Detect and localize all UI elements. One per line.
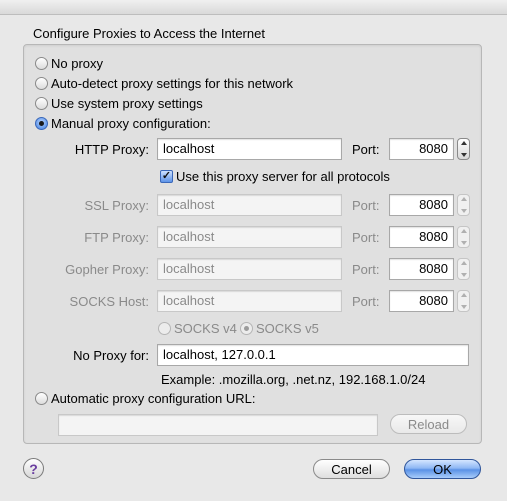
radio-button-selected-icon[interactable]: [35, 117, 48, 130]
http-proxy-host-input[interactable]: localhost: [157, 138, 342, 160]
auto-config-url-input[interactable]: [58, 414, 378, 436]
no-proxy-for-label: No Proxy for:: [73, 348, 149, 363]
radio-auto-detect[interactable]: Auto-detect proxy settings for this netw…: [35, 76, 293, 91]
cancel-button[interactable]: Cancel: [313, 459, 390, 479]
use-for-all-protocols-checkbox[interactable]: ✓ Use this proxy server for all protocol…: [160, 169, 390, 184]
stepper-up-icon[interactable]: [460, 293, 467, 297]
radio-button-icon[interactable]: [35, 77, 48, 90]
gopher-port-input[interactable]: 8080: [389, 258, 454, 280]
socks-host-input[interactable]: localhost: [157, 290, 342, 312]
gopher-proxy-host-input[interactable]: localhost: [157, 258, 342, 280]
no-proxy-example: Example: .mozilla.org, .net.nz, 192.168.…: [161, 372, 426, 387]
socks-v4-label: SOCKS v4: [174, 321, 237, 336]
ftp-proxy-host-input[interactable]: localhost: [157, 226, 342, 248]
ssl-proxy-label: SSL Proxy:: [84, 198, 149, 213]
gopher-proxy-label: Gopher Proxy:: [65, 262, 149, 277]
http-port-label: Port:: [352, 142, 380, 157]
radio-system-proxy[interactable]: Use system proxy settings: [35, 96, 203, 111]
ftp-port-label: Port:: [352, 230, 380, 245]
checkmark-icon[interactable]: ✓: [160, 170, 173, 183]
socks-v5-label: SOCKS v5: [256, 321, 319, 336]
ftp-port-stepper[interactable]: [457, 226, 470, 248]
radio-manual-proxy-label: Manual proxy configuration:: [51, 116, 211, 131]
radio-button-icon[interactable]: [35, 97, 48, 110]
ftp-proxy-label: FTP Proxy:: [84, 230, 149, 245]
radio-socks-v4[interactable]: SOCKS v4: [158, 321, 237, 336]
radio-button-icon[interactable]: [35, 392, 48, 405]
gopher-port-stepper[interactable]: [457, 258, 470, 280]
ssl-port-stepper[interactable]: [457, 194, 470, 216]
use-for-all-protocols-label: Use this proxy server for all protocols: [176, 169, 390, 184]
reload-button[interactable]: Reload: [390, 414, 467, 434]
radio-button-icon[interactable]: [35, 57, 48, 70]
stepper-down-icon[interactable]: [460, 273, 467, 277]
stepper-down-icon[interactable]: [460, 153, 467, 157]
radio-auto-config-url[interactable]: Automatic proxy configuration URL:: [35, 391, 255, 406]
no-proxy-for-input[interactable]: localhost, 127.0.0.1: [157, 344, 469, 366]
radio-system-proxy-label: Use system proxy settings: [51, 96, 203, 111]
radio-socks-v5[interactable]: SOCKS v5: [240, 321, 319, 336]
radio-auto-detect-label: Auto-detect proxy settings for this netw…: [51, 76, 294, 91]
dialog-heading: Configure Proxies to Access the Internet: [33, 26, 265, 41]
socks-port-input[interactable]: 8080: [389, 290, 454, 312]
stepper-up-icon[interactable]: [460, 229, 467, 233]
stepper-down-icon[interactable]: [460, 241, 467, 245]
socks-host-label: SOCKS Host:: [69, 294, 149, 309]
ok-button[interactable]: OK: [404, 459, 481, 479]
stepper-down-icon[interactable]: [460, 209, 467, 213]
ssl-port-input[interactable]: 8080: [389, 194, 454, 216]
socks-port-stepper[interactable]: [457, 290, 470, 312]
stepper-up-icon[interactable]: [460, 141, 467, 145]
gopher-port-label: Port:: [352, 262, 380, 277]
radio-button-icon[interactable]: [158, 322, 171, 335]
ssl-port-label: Port:: [352, 198, 380, 213]
help-icon[interactable]: ?: [23, 458, 44, 479]
title-bar: [0, 0, 507, 15]
http-port-input[interactable]: 8080: [389, 138, 454, 160]
auto-config-url-label: Automatic proxy configuration URL:: [51, 391, 256, 406]
http-port-stepper[interactable]: [457, 138, 470, 160]
socks-port-label: Port:: [352, 294, 380, 309]
ssl-proxy-host-input[interactable]: localhost: [157, 194, 342, 216]
radio-no-proxy[interactable]: No proxy: [35, 56, 103, 71]
radio-button-selected-icon[interactable]: [240, 322, 253, 335]
ftp-port-input[interactable]: 8080: [389, 226, 454, 248]
stepper-up-icon[interactable]: [460, 261, 467, 265]
radio-no-proxy-label: No proxy: [51, 56, 104, 71]
http-proxy-label: HTTP Proxy:: [74, 142, 149, 157]
radio-manual-proxy[interactable]: Manual proxy configuration:: [35, 116, 211, 131]
stepper-up-icon[interactable]: [460, 197, 467, 201]
stepper-down-icon[interactable]: [460, 305, 467, 309]
